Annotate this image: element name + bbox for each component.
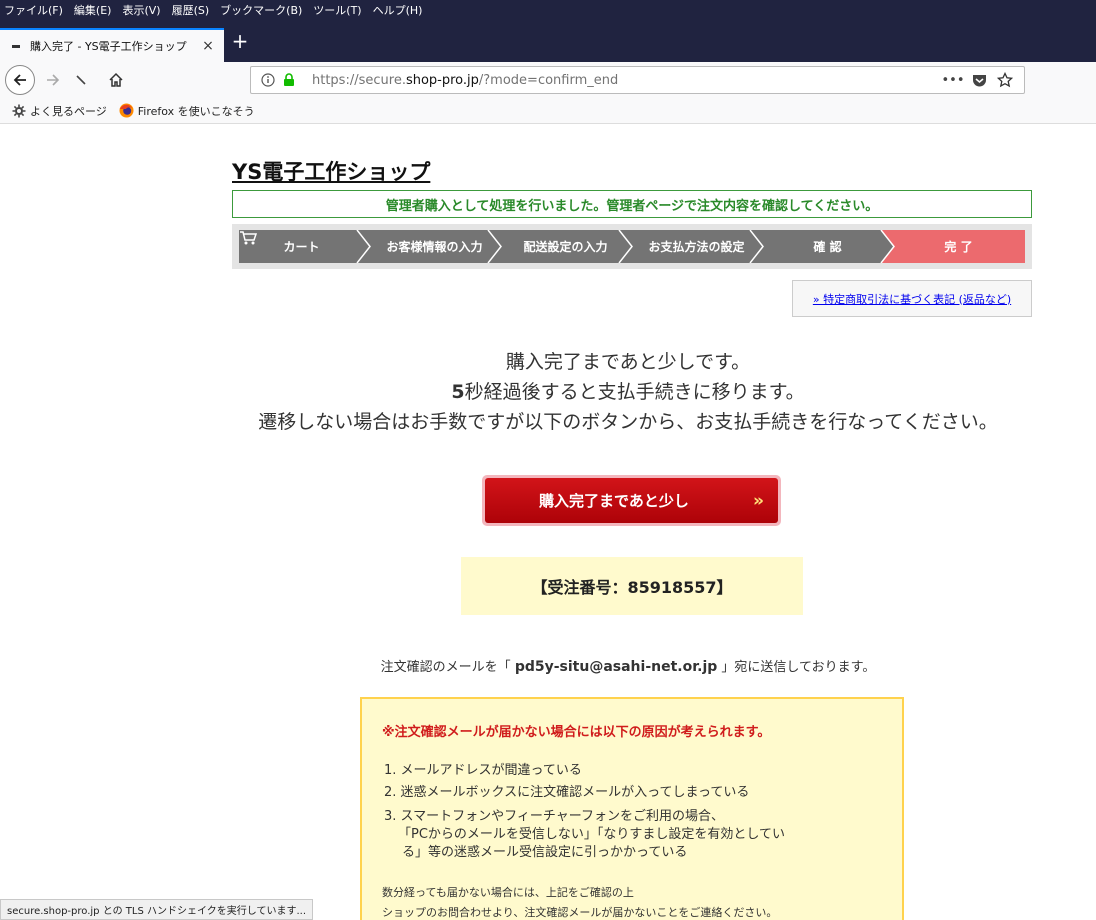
bookmark-firefox-guide[interactable]: Firefox を使いこなそう — [119, 103, 255, 119]
complete-purchase-button[interactable]: 購入完了まであと少し » — [485, 478, 778, 523]
mail-suffix: 」宛に送信しております。 — [721, 660, 876, 675]
order-number: 【受注番号：85918557】 — [461, 557, 803, 615]
loading-icon — [12, 44, 20, 48]
step-label: 確 認 — [765, 230, 890, 263]
checkout-steps: カート お客様情報の入力 配送設定の入力 お支払方法の設定 確 認 完 了 — [232, 224, 1032, 269]
back-button[interactable] — [5, 65, 35, 95]
complete-purchase-button-frame: 購入完了まであと少し » — [482, 475, 781, 526]
double-chevron-right-icon: » — [753, 490, 764, 511]
warning-note: 数分経っても届かない場合には、上記をご確認の上 — [382, 886, 634, 899]
gear-icon — [12, 104, 26, 118]
back-arrow-icon — [13, 74, 26, 86]
tokutei-link[interactable]: » 特定商取引法に基づく表記 (返品など) — [813, 291, 1011, 307]
warning-item-continued: 「PCからのメールを受信しない」「なりすまし設定を有効としてい — [398, 827, 786, 842]
step-label-text: 確 認 — [813, 240, 842, 254]
url-scheme: https://secure. — [312, 72, 406, 88]
bookmark-label: Firefox を使いこなそう — [137, 104, 255, 118]
menu-bar: ファイル(F) 編集(E) 表示(V) 履歴(S) ブックマーク(B) ツール(… — [0, 0, 1096, 20]
warning-note: ショップのお問合わせより、注文確認メールが届かないことをご連絡ください。 — [382, 906, 778, 919]
url-domain: shop-pro.jp — [405, 72, 479, 88]
info-icon[interactable] — [259, 73, 277, 87]
tab-current[interactable]: 購入完了 - YS電子工作ショップ × — [0, 28, 224, 62]
url-path: /?mode=confirm_end — [478, 72, 619, 88]
message-line-3: 遷移しない場合はお手数ですが以下のボタンから、お支払手続きを行なってください。 — [258, 411, 998, 433]
step-label: 完 了 — [896, 230, 1021, 263]
steps-bar: カート お客様情報の入力 配送設定の入力 お支払方法の設定 確 認 完 了 — [239, 230, 1025, 263]
forward-button[interactable] — [38, 65, 68, 95]
forward-arrow-icon — [47, 74, 60, 86]
mail-address: pd5y-situ@asahi-net.or.jp — [514, 659, 718, 675]
tab-title: 購入完了 - YS電子工作ショップ — [30, 40, 187, 53]
message-line-2-text: 秒経過後すると支払手続きに移ります。 — [464, 381, 805, 403]
step-label-text: カート — [283, 240, 320, 254]
url-bar[interactable]: https://secure.shop-pro.jp/?mode=confirm… — [250, 66, 1025, 94]
new-tab-button[interactable]: + — [228, 30, 252, 54]
close-tab-icon[interactable]: × — [200, 38, 216, 54]
status-bar: secure.shop-pro.jp との TLS ハンドシェイクを実行していま… — [0, 899, 314, 920]
menu-bookmarks[interactable]: ブックマーク(B) — [220, 2, 302, 18]
url-actions: ••• — [940, 72, 1018, 88]
step-label-text: お支払方法の設定 — [648, 240, 745, 254]
step-label-text: 配送設定の入力 — [523, 240, 608, 254]
menu-file[interactable]: ファイル(F) — [4, 2, 63, 18]
complete-purchase-label: 購入完了まであと少し — [539, 492, 689, 510]
tab-strip: 購入完了 - YS電子工作ショップ × + — [0, 20, 1096, 62]
home-button[interactable] — [101, 65, 131, 95]
nav-bar: https://secure.shop-pro.jp/?mode=confirm… — [0, 62, 1096, 98]
warning-item: 3. スマートフォンやフィーチャーフォンをご利用の場合、 — [384, 809, 724, 824]
bookmark-most-visited[interactable]: よく見るページ — [12, 103, 107, 119]
stop-icon — [76, 75, 86, 85]
countdown-seconds: 5 — [451, 381, 465, 403]
admin-notice: 管理者購入として処理を行いました。管理者ページで注文内容を確認してください。 — [232, 190, 1032, 218]
step-label: お支払方法の設定 — [634, 230, 759, 263]
home-icon — [109, 72, 123, 87]
warning-heading: ※注文確認メールが届かない場合には以下の原因が考えられます。 — [382, 725, 771, 740]
step-label-text: お客様情報の入力 — [386, 240, 483, 254]
lock-icon[interactable] — [280, 73, 298, 87]
mail-warning-box: ※注文確認メールが届かない場合には以下の原因が考えられます。 1. メールアドレ… — [360, 697, 904, 920]
menu-view[interactable]: 表示(V) — [122, 2, 160, 18]
stop-button[interactable] — [66, 65, 96, 95]
message-line-2: 5秒経過後すると支払手続きに移ります。 — [200, 377, 1056, 404]
shop-title-link[interactable]: YS電子工作ショップ — [232, 156, 430, 186]
bookmark-label: よく見るページ — [30, 104, 107, 118]
warning-item: 2. 迷惑メールボックスに注文確認メールが入ってしまっている — [384, 785, 750, 800]
bookmarks-toolbar: よく見るページ Firefox を使いこなそう — [0, 98, 1096, 124]
menu-history[interactable]: 履歴(S) — [172, 2, 210, 18]
menu-help[interactable]: ヘルプ(H) — [373, 2, 423, 18]
cart-icon — [240, 231, 257, 245]
url-text[interactable]: https://secure.shop-pro.jp/?mode=confirm… — [312, 73, 940, 88]
page-actions-icon[interactable]: ••• — [940, 73, 966, 88]
step-cart: カート — [239, 230, 364, 263]
warning-item: 1. メールアドレスが間違っている — [384, 763, 582, 778]
step-label: 配送設定の入力 — [503, 230, 628, 263]
warning-item-continued: る」等の迷惑メール受信設定に引っかかっている — [402, 845, 688, 860]
pocket-icon[interactable] — [966, 73, 992, 87]
tokutei-box: » 特定商取引法に基づく表記 (返品など) — [792, 280, 1032, 317]
mail-prefix: 注文確認のメールを「 — [380, 660, 511, 675]
step-label: お客様情報の入力 — [372, 230, 497, 263]
message-line-1: 購入完了まであと少しです。 — [505, 351, 751, 373]
mail-sent-line: 注文確認のメールを「 pd5y-situ@asahi-net.or.jp 」宛に… — [200, 656, 1056, 675]
bookmark-star-icon[interactable] — [992, 72, 1018, 88]
menu-tools[interactable]: ツール(T) — [313, 2, 361, 18]
step-label-text: 完 了 — [944, 240, 973, 254]
firefox-icon — [119, 103, 134, 118]
menu-edit[interactable]: 編集(E) — [74, 2, 112, 18]
